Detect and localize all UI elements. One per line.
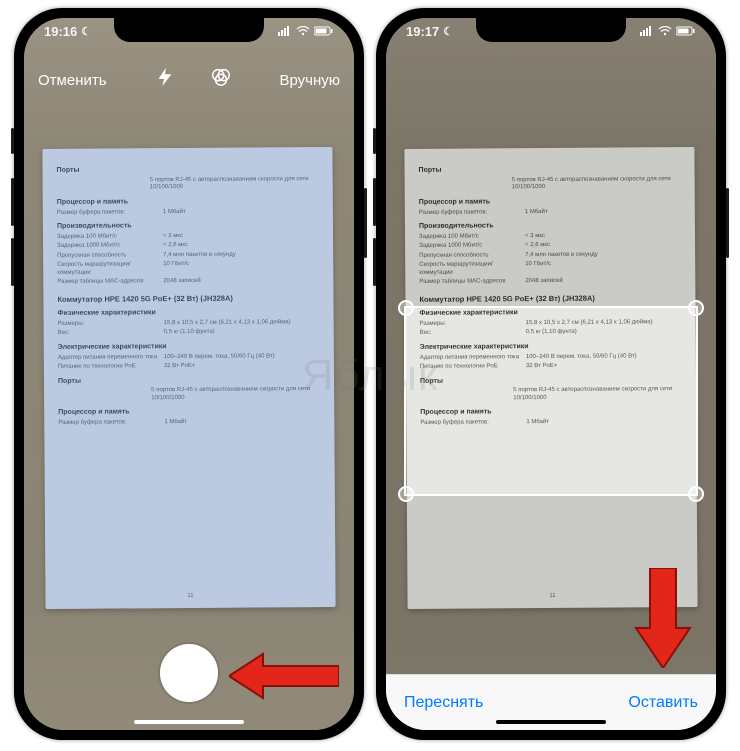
home-indicator[interactable] [496,720,606,724]
crop-handle-bl[interactable] [398,486,414,502]
crop-rectangle[interactable] [404,306,698,496]
flash-icon[interactable] [154,66,176,94]
home-indicator[interactable] [134,720,244,724]
retake-button[interactable]: Переснять [404,694,483,712]
scanner-toolbar: Отменить Вручную [24,62,354,98]
signal-icon [640,24,654,39]
filters-icon[interactable] [210,66,232,94]
crop-handle-tl[interactable] [398,300,414,316]
wifi-icon [658,24,672,39]
phone-left: 19:16 ☾ Отменить [14,8,364,740]
crop-handle-br[interactable] [688,486,704,502]
annotation-arrow-shutter [229,648,339,704]
battery-icon [676,24,696,39]
battery-icon [314,24,334,39]
notch [476,18,626,42]
wifi-icon [296,24,310,39]
crop-handle-tr[interactable] [688,300,704,316]
document-preview: Порты 5 портов RJ-45 с автораспознавание… [42,147,335,609]
cancel-button[interactable]: Отменить [38,72,107,89]
phone-right: 19:17 ☾ Порты 5 портов RJ-4 [376,8,726,740]
dnd-icon: ☾ [81,25,91,38]
notch [114,18,264,42]
signal-icon [278,24,292,39]
status-time: 19:16 [44,24,77,39]
manual-button[interactable]: Вручную [279,72,340,89]
annotation-arrow-keep [628,568,698,668]
status-time: 19:17 [406,24,439,39]
keep-button[interactable]: Оставить [628,694,698,712]
shutter-button[interactable] [160,644,218,702]
dnd-icon: ☾ [443,25,453,38]
